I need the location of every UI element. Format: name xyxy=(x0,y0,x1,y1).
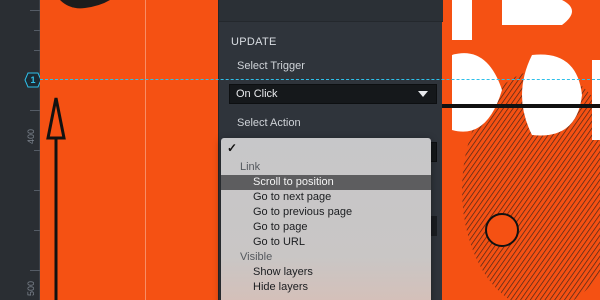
trigger-select[interactable]: On Click xyxy=(229,84,437,104)
section-title: UPDATE xyxy=(231,36,277,48)
action-dropdown-menu[interactable]: ✓ Link Scroll to position Go to next pag… xyxy=(221,138,431,300)
menu-item-go-to-url[interactable]: Go to URL xyxy=(221,235,431,250)
trigger-label: Select Trigger xyxy=(237,60,305,72)
chevron-down-icon[interactable] xyxy=(418,91,428,97)
horizontal-guide-line[interactable] xyxy=(40,79,600,80)
menu-group-link: Link xyxy=(240,161,261,173)
menu-item-hide-layers[interactable]: Hide layers xyxy=(221,280,431,295)
menu-item-show-layers[interactable]: Show layers xyxy=(221,265,431,280)
menu-item-scroll-to-position[interactable]: Scroll to position xyxy=(221,175,431,190)
ruler-tick xyxy=(30,10,40,11)
arrow-artwork-icon xyxy=(46,0,110,300)
trigger-value: On Click xyxy=(236,88,278,100)
engraved-portrait-artwork-icon xyxy=(442,0,600,300)
ruler-tick xyxy=(30,270,40,271)
menu-item-go-to-next-page[interactable]: Go to next page xyxy=(221,190,431,205)
ruler-label-500: 500 xyxy=(26,280,36,296)
checkmark-icon: ✓ xyxy=(227,141,238,155)
menu-item-go-to-previous-page[interactable]: Go to previous page xyxy=(221,205,431,220)
ruler-label-400: 400 xyxy=(26,128,36,144)
panel-header xyxy=(219,0,443,22)
action-label: Select Action xyxy=(237,117,301,129)
artboard-canvas[interactable] xyxy=(40,0,218,300)
ruler-tick xyxy=(30,110,40,111)
menu-item-go-to-page[interactable]: Go to page xyxy=(221,220,431,235)
menu-group-visible: Visible xyxy=(240,251,273,263)
vertical-ruler[interactable]: 400 500 xyxy=(0,0,40,300)
artwork-right xyxy=(442,0,600,300)
